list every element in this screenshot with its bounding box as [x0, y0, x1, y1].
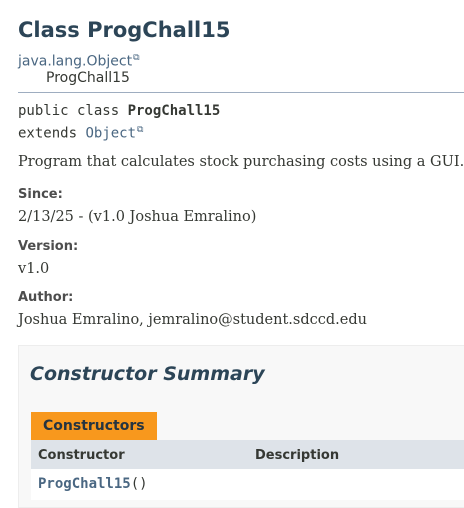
signature-name: ProgChall15 — [127, 103, 221, 119]
signature-modifiers: public class — [18, 103, 128, 119]
page-title: Class ProgChall15 — [18, 18, 231, 42]
version-value: v1.0 — [18, 261, 50, 277]
author-value: Joshua Emralino, jemralino@student.sdccd… — [18, 312, 367, 328]
tab-constructors[interactable]: Constructors — [31, 412, 157, 440]
constructor-summary: Constructor Summary Constructors Constru… — [18, 345, 464, 508]
inheritance-parent: java.lang.Object⧉ — [18, 53, 140, 70]
class-signature: public class ProgChall15 extends Object⧉ — [18, 102, 220, 144]
author-label: Author: — [18, 290, 74, 305]
inheritance-child: ProgChall15 — [46, 70, 130, 86]
constructor-link[interactable]: ProgChall15 — [38, 476, 131, 492]
column-header-description: Description — [255, 448, 340, 463]
constructor-cell: ProgChall15() — [38, 476, 148, 492]
version-label: Version: — [18, 239, 79, 254]
constructor-table: Constructor Description ProgChall15() — [31, 440, 464, 500]
external-link-icon: ⧉ — [137, 125, 144, 135]
column-header-constructor: Constructor — [38, 448, 125, 463]
table-header: Constructor Description — [31, 440, 464, 469]
parent-class-link[interactable]: java.lang.Object — [18, 54, 132, 70]
extends-object-link[interactable]: Object — [85, 126, 136, 142]
class-description: Program that calculates stock purchasing… — [18, 154, 464, 170]
constructor-summary-heading: Constructor Summary — [30, 363, 265, 385]
table-row: ProgChall15() — [31, 469, 464, 500]
external-link-icon: ⧉ — [133, 53, 140, 63]
signature-extends: extends — [18, 125, 86, 142]
divider — [18, 92, 464, 93]
since-value: 2/13/25 - (v1.0 Joshua Emralino) — [18, 209, 257, 225]
since-label: Since: — [18, 187, 63, 202]
constructor-params: () — [130, 476, 148, 492]
